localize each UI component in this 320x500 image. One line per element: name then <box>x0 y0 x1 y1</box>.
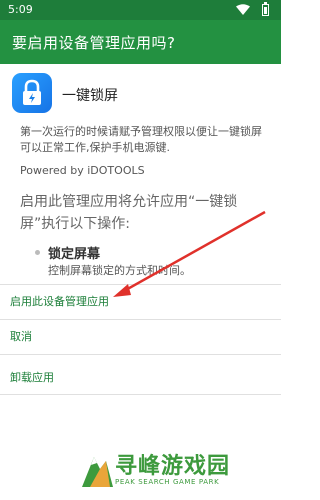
watermark-title: 寻峰游戏园 <box>115 454 231 479</box>
annotation-arrow-icon <box>113 210 266 297</box>
peak-logo-icon <box>82 457 113 487</box>
watermark-subtitle: PEAK SEARCH GAME PARK <box>115 478 220 486</box>
watermark: 寻峰游戏园 PEAK SEARCH GAME PARK <box>80 445 280 495</box>
